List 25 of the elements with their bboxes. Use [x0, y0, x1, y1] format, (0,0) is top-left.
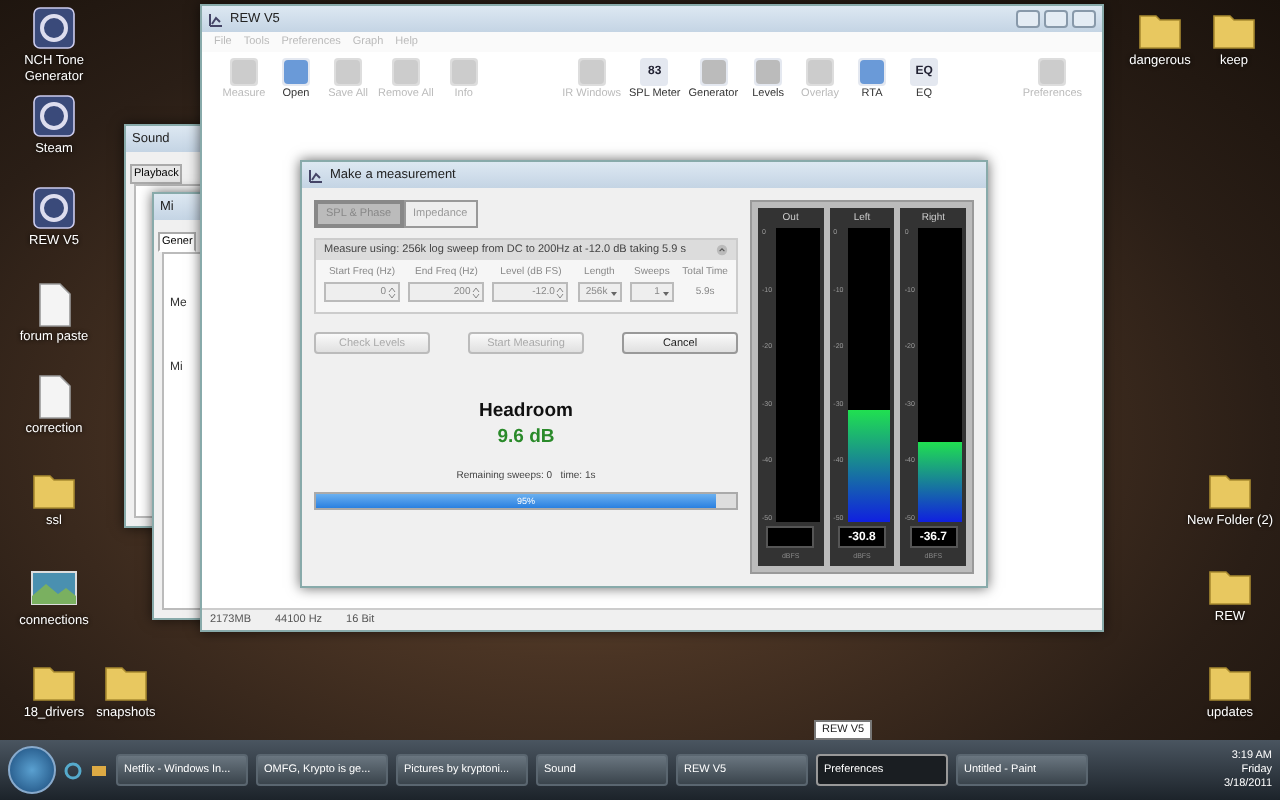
chart-icon — [208, 11, 224, 27]
browser-icon[interactable] — [64, 761, 82, 779]
tool-icon — [858, 58, 887, 86]
start-button[interactable] — [8, 746, 56, 794]
spinner-arrows-icon[interactable] — [556, 285, 565, 299]
collapse-icon[interactable] — [716, 244, 728, 256]
tool-icon — [230, 58, 258, 86]
tool-icon — [754, 58, 783, 86]
tool-icon — [806, 58, 835, 86]
app-icon[interactable] — [30, 4, 78, 52]
tool-icon — [699, 58, 728, 86]
tool-icon — [449, 58, 478, 86]
app-icon[interactable] — [30, 92, 78, 140]
headroom-value: 9.6 dB — [497, 426, 555, 448]
tool-icon — [282, 58, 310, 86]
tool-icon — [1038, 58, 1067, 86]
tool-icon — [334, 58, 362, 86]
headroom-label: Headroom — [479, 400, 573, 422]
app-icon[interactable] — [30, 184, 78, 232]
meter-readout — [766, 526, 815, 548]
spinner-arrows-icon[interactable] — [472, 285, 481, 299]
spinner-arrows-icon[interactable] — [388, 285, 396, 299]
tool-icon — [577, 58, 606, 86]
chart-icon — [308, 167, 324, 183]
tool-icon — [391, 58, 420, 86]
